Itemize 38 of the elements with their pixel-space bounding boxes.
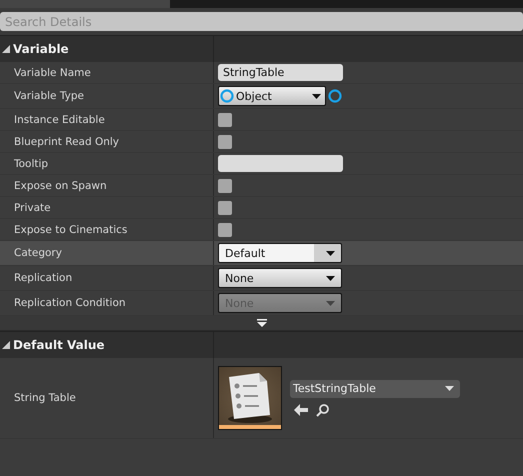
caret-icon	[445, 386, 454, 391]
pin-icon	[220, 89, 234, 103]
combo-box[interactable]: Default	[218, 243, 342, 263]
property-label: Replication	[14, 272, 72, 284]
caret-icon	[326, 250, 335, 256]
property-label: Tooltip	[14, 158, 48, 170]
property-label: Variable Name	[14, 66, 91, 78]
property-label: Expose to Cinematics	[14, 224, 128, 236]
section-title: Default Value	[13, 338, 105, 352]
property-label: Expose on Spawn	[14, 180, 107, 192]
caret-icon	[326, 276, 335, 280]
asset-dropdown[interactable]: TestStringTable	[290, 380, 460, 398]
search-field[interactable]: Search Details	[0, 12, 523, 31]
checkbox[interactable]	[218, 112, 232, 126]
text-field[interactable]	[218, 155, 343, 172]
checkbox[interactable]	[218, 222, 232, 236]
search-icon[interactable]	[316, 404, 329, 416]
text-field[interactable]: StringTable	[218, 64, 343, 81]
property-label: Replication Condition	[14, 297, 126, 309]
caret-icon	[326, 300, 335, 306]
section-header[interactable]: Variable	[0, 35, 523, 62]
section-header[interactable]: Default Value	[0, 331, 523, 358]
type-dropdown[interactable]: Object	[218, 86, 326, 106]
property-label: Private	[14, 202, 51, 214]
property-label: String Table	[14, 392, 76, 404]
back-arrow-icon[interactable]	[294, 404, 308, 416]
property-label: Blueprint Read Only	[14, 136, 120, 148]
caret-icon	[312, 94, 321, 98]
checkbox[interactable]	[218, 178, 232, 192]
section-title: Variable	[13, 42, 69, 56]
property-label: Variable Type	[14, 90, 84, 102]
show-more-icon[interactable]	[256, 319, 266, 327]
checkbox[interactable]	[218, 200, 232, 214]
property-label: Category	[14, 247, 62, 259]
checkbox[interactable]	[218, 134, 232, 148]
property-label: Instance Editable	[14, 114, 105, 126]
pin-icon	[328, 89, 342, 103]
dropdown[interactable]: None	[218, 268, 342, 288]
